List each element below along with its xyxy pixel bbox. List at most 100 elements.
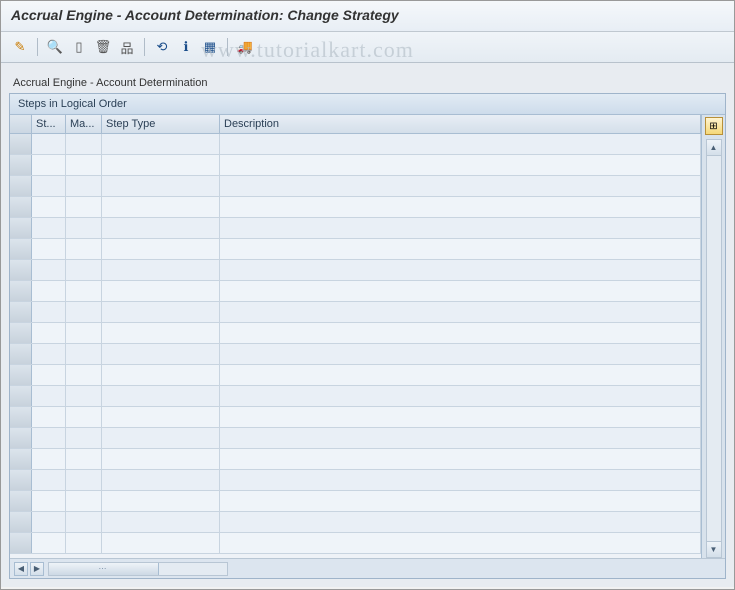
cell-st[interactable] [32,386,66,406]
vertical-scrollbar[interactable]: ▲ ▼ [706,139,722,558]
cell-desc[interactable] [220,533,701,553]
cell-desc[interactable] [220,155,701,175]
cell-st[interactable] [32,449,66,469]
cell-desc[interactable] [220,512,701,532]
row-selector[interactable] [10,281,32,301]
cell-ma[interactable] [66,533,102,553]
table-row[interactable] [10,512,701,533]
table-row[interactable] [10,449,701,470]
row-selector[interactable] [10,239,32,259]
cell-type[interactable] [102,512,220,532]
cell-desc[interactable] [220,218,701,238]
row-selector[interactable] [10,260,32,280]
cell-ma[interactable] [66,281,102,301]
cell-desc[interactable] [220,470,701,490]
cell-type[interactable] [102,386,220,406]
row-selector[interactable] [10,365,32,385]
table-row[interactable] [10,155,701,176]
row-selector[interactable] [10,218,32,238]
row-selector[interactable] [10,533,32,553]
table-row[interactable] [10,407,701,428]
cell-ma[interactable] [66,365,102,385]
cell-type[interactable] [102,260,220,280]
table-row[interactable] [10,365,701,386]
cell-ma[interactable] [66,260,102,280]
cell-ma[interactable] [66,176,102,196]
table-row[interactable] [10,260,701,281]
row-selector[interactable] [10,323,32,343]
cell-ma[interactable] [66,491,102,511]
cell-st[interactable] [32,533,66,553]
table-row[interactable] [10,197,701,218]
row-selector[interactable] [10,176,32,196]
cell-desc[interactable] [220,176,701,196]
trash-icon[interactable]: 🗑 [92,36,114,58]
cell-type[interactable] [102,281,220,301]
cell-desc[interactable] [220,491,701,511]
cell-ma[interactable] [66,302,102,322]
cell-type[interactable] [102,407,220,427]
scroll-up-button[interactable]: ▲ [707,140,721,156]
hierarchy-icon[interactable]: 品 [116,36,138,58]
cell-type[interactable] [102,302,220,322]
table-row[interactable] [10,533,701,554]
row-selector[interactable] [10,134,32,154]
cell-st[interactable] [32,365,66,385]
cell-ma[interactable] [66,428,102,448]
row-selector[interactable] [10,491,32,511]
row-selector[interactable] [10,407,32,427]
table-row[interactable] [10,134,701,155]
table-row[interactable] [10,218,701,239]
cell-st[interactable] [32,281,66,301]
horizontal-scrollbar[interactable]: ⋯ [48,562,228,576]
scroll-down-button[interactable]: ▼ [707,541,721,557]
cell-st[interactable] [32,239,66,259]
cell-st[interactable] [32,134,66,154]
table-row[interactable] [10,428,701,449]
cell-desc[interactable] [220,428,701,448]
cell-st[interactable] [32,407,66,427]
cell-desc[interactable] [220,323,701,343]
cell-ma[interactable] [66,155,102,175]
cell-st[interactable] [32,470,66,490]
cell-ma[interactable] [66,407,102,427]
horizontal-scroll-thumb[interactable]: ⋯ [49,563,159,575]
cell-desc[interactable] [220,386,701,406]
cell-st[interactable] [32,260,66,280]
table-row[interactable] [10,176,701,197]
cell-type[interactable] [102,428,220,448]
cell-ma[interactable] [66,512,102,532]
cell-desc[interactable] [220,407,701,427]
cell-desc[interactable] [220,281,701,301]
table-row[interactable] [10,470,701,491]
table-settings-button[interactable]: ⊞ [705,117,723,135]
col-header-st[interactable]: St... [32,115,66,133]
col-header-description[interactable]: Description [220,115,701,133]
cell-ma[interactable] [66,344,102,364]
info-icon[interactable]: ℹ [175,36,197,58]
cell-type[interactable] [102,470,220,490]
row-selector[interactable] [10,470,32,490]
row-selector[interactable] [10,302,32,322]
cell-ma[interactable] [66,197,102,217]
binoculars-icon[interactable]: 🔍 [44,36,66,58]
cell-type[interactable] [102,449,220,469]
cell-desc[interactable] [220,260,701,280]
table-row[interactable] [10,344,701,365]
row-selector[interactable] [10,428,32,448]
cell-ma[interactable] [66,470,102,490]
cell-desc[interactable] [220,302,701,322]
cell-st[interactable] [32,155,66,175]
row-selector[interactable] [10,386,32,406]
cell-desc[interactable] [220,344,701,364]
cell-type[interactable] [102,155,220,175]
cell-ma[interactable] [66,218,102,238]
scroll-right-button[interactable]: ▶ [30,562,44,576]
row-selector[interactable] [10,449,32,469]
undo-icon[interactable]: ⟲ [151,36,173,58]
table-row[interactable] [10,302,701,323]
truck-icon[interactable]: 🚚 [234,36,256,58]
col-header-selector[interactable] [10,115,32,133]
cell-ma[interactable] [66,449,102,469]
cell-type[interactable] [102,239,220,259]
